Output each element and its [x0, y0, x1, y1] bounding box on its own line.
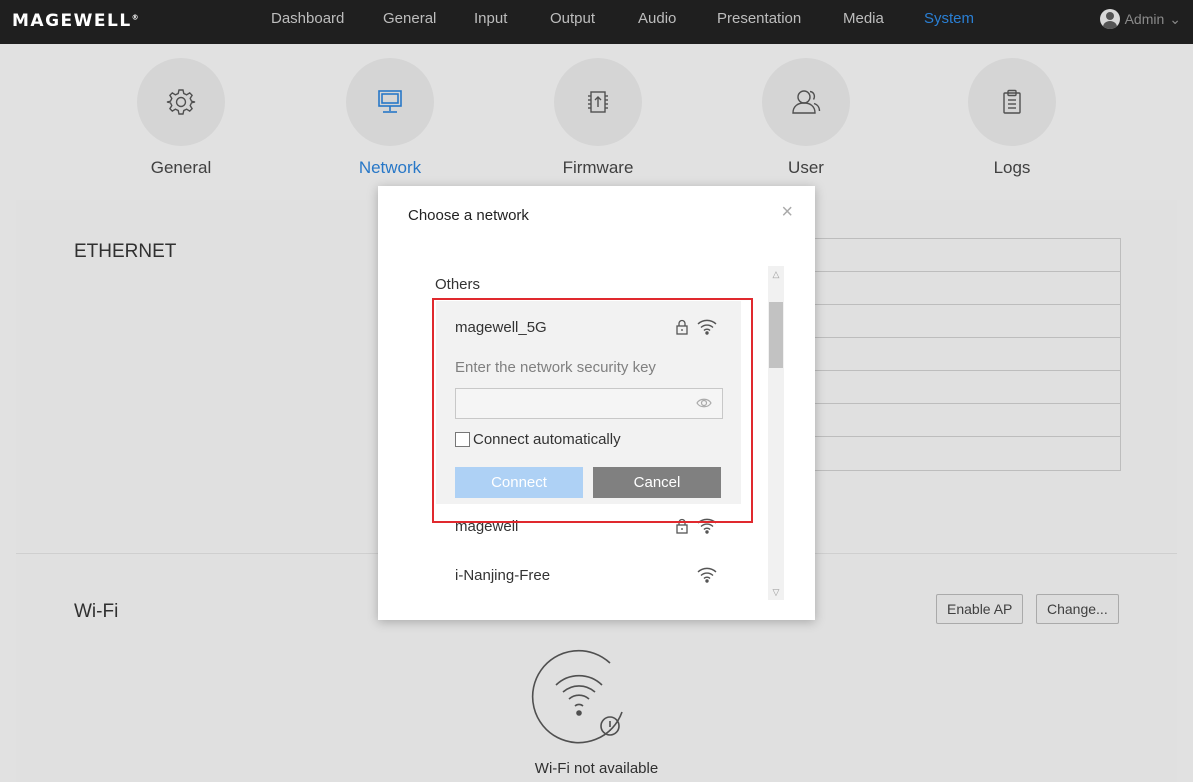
nav-input[interactable]: Input [474, 10, 507, 27]
logo-text: MAGEWELL [12, 11, 132, 31]
nav-general[interactable]: General [383, 10, 436, 27]
network-name: magewell [455, 518, 519, 535]
wifi-signal-icon [697, 567, 717, 583]
nav-dashboard[interactable]: Dashboard [271, 10, 344, 27]
user-menu[interactable]: Admin ⌄ [1099, 9, 1181, 29]
network-item-selected: magewell_5G Enter the network security k… [436, 301, 741, 504]
network-status-icons [675, 518, 717, 534]
dialog-title: Choose a network [408, 207, 529, 224]
connect-automatically-label: Connect automatically [473, 431, 621, 448]
eye-icon[interactable] [696, 397, 712, 409]
choose-network-dialog: Choose a network × Others magewell_5G En… [378, 186, 815, 620]
chevron-down-icon: ⌄ [1169, 10, 1181, 27]
network-status-icons [675, 319, 717, 335]
scroll-down-arrow-icon[interactable]: ▽ [768, 584, 784, 600]
connect-automatically-checkbox[interactable] [455, 432, 470, 447]
security-key-hint: Enter the network security key [455, 359, 656, 376]
close-icon[interactable]: × [781, 202, 793, 222]
network-list[interactable]: Others magewell_5G Enter the network sec… [434, 271, 768, 596]
wifi-signal-icon [697, 319, 717, 335]
lock-icon [676, 319, 688, 335]
user-name: Admin [1124, 11, 1165, 27]
scrollbar-thumb[interactable] [769, 302, 783, 368]
network-status-icons [697, 567, 717, 583]
top-nav-bar: MAGEWELL® Dashboard General Input Output… [0, 0, 1193, 44]
network-item[interactable]: i-Nanjing-Free [436, 567, 741, 596]
nav-media[interactable]: Media [843, 10, 884, 27]
nav-system[interactable]: System [924, 10, 974, 27]
connect-automatically-option[interactable]: Connect automatically [455, 431, 621, 448]
network-name: magewell_5G [455, 319, 547, 336]
nav-output[interactable]: Output [550, 10, 595, 27]
nav-presentation[interactable]: Presentation [717, 10, 801, 27]
logo-mark: ® [131, 13, 141, 22]
security-key-input[interactable] [455, 388, 723, 419]
network-item[interactable]: magewell [436, 518, 741, 548]
cancel-button[interactable]: Cancel [593, 467, 721, 498]
scroll-up-arrow-icon[interactable]: △ [768, 266, 784, 282]
section-label-others: Others [435, 276, 481, 293]
lock-icon [676, 518, 688, 534]
nav-audio[interactable]: Audio [638, 10, 676, 27]
wifi-signal-icon [697, 518, 717, 534]
avatar-icon [1099, 9, 1120, 29]
magewell-logo[interactable]: MAGEWELL® [12, 11, 140, 31]
connect-button[interactable]: Connect [455, 467, 583, 498]
network-list-scrollbar[interactable]: △ ▽ [768, 266, 784, 600]
network-name: i-Nanjing-Free [455, 567, 551, 584]
